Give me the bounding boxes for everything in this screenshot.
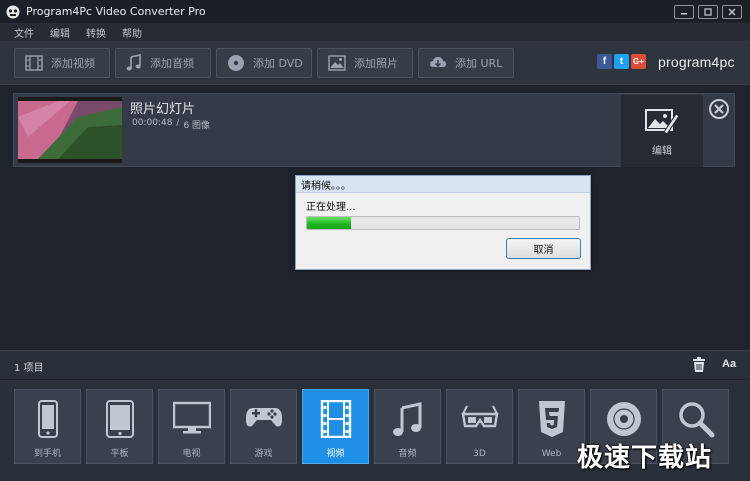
window-title: Program4Pc Video Converter Pro: [26, 5, 206, 18]
dialog-message: 正在处理...: [306, 202, 356, 213]
add-audio-button[interactable]: 添加音频: [115, 48, 211, 78]
watermark: 极速下载站: [577, 443, 713, 473]
phone-icon: [37, 400, 58, 438]
tablet-icon: [105, 400, 134, 438]
brand-logo[interactable]: program4pc: [658, 54, 735, 70]
device-3d-label: 3D: [473, 449, 486, 459]
toolbar: 添加视频 添加音频 添加 DVD 添加照片 添加 URL f t G+ prog…: [0, 41, 750, 85]
file-title: 照片幻灯片: [130, 102, 196, 117]
tv-icon: [172, 401, 211, 434]
gamepad-icon: [245, 408, 282, 427]
add-dvd-button[interactable]: 添加 DVD: [216, 48, 312, 78]
close-icon: [728, 8, 736, 16]
status-bar: 1 项目 Aa: [0, 350, 750, 379]
add-video-label: 添加视频: [51, 57, 95, 70]
device-tv-label: 电视: [182, 449, 201, 459]
dvd-disc-icon: [228, 55, 244, 71]
file-meta-separator: /: [176, 118, 180, 128]
minimize-button[interactable]: [674, 5, 694, 19]
twitter-icon[interactable]: t: [614, 54, 629, 69]
edit-button[interactable]: 编辑: [621, 95, 703, 167]
add-url-button[interactable]: 添加 URL: [418, 48, 514, 78]
disc-icon: [606, 402, 641, 436]
cancel-button[interactable]: 取消: [506, 238, 581, 259]
video-thumbnail: [18, 97, 122, 163]
dialog-title: 请稍候。。。: [296, 176, 590, 193]
device-audio[interactable]: 音频: [374, 389, 441, 464]
device-tablet[interactable]: 平板: [86, 389, 153, 464]
menu-help[interactable]: 帮助: [122, 25, 142, 40]
device-video[interactable]: 视频: [302, 389, 369, 464]
cloud-download-icon: [430, 57, 446, 68]
device-phone-label: 到手机: [33, 449, 61, 459]
device-web[interactable]: Web: [518, 389, 585, 464]
close-button[interactable]: [722, 5, 742, 19]
menu-convert[interactable]: 转换: [86, 25, 106, 40]
music-note-icon: [126, 54, 141, 71]
film-strip-icon: [25, 55, 43, 71]
device-tv[interactable]: 电视: [158, 389, 225, 464]
3d-glasses-icon: [461, 405, 498, 428]
facebook-icon[interactable]: f: [597, 54, 612, 69]
device-3d[interactable]: 3D: [446, 389, 513, 464]
device-game-label: 游戏: [254, 449, 273, 459]
menu-edit[interactable]: 编辑: [50, 25, 70, 40]
device-game[interactable]: 游戏: [230, 389, 297, 464]
minimize-icon: [681, 13, 687, 15]
remove-file-icon[interactable]: [708, 98, 730, 120]
file-duration: 00:00:48: [132, 118, 173, 128]
photo-icon: [328, 55, 346, 71]
device-phone[interactable]: 到手机: [14, 389, 81, 464]
maximize-icon: [704, 8, 712, 16]
add-audio-label: 添加音频: [150, 57, 194, 70]
music-icon: [392, 402, 421, 436]
maximize-button[interactable]: [698, 5, 718, 19]
device-audio-label: 音频: [398, 449, 417, 459]
search-icon: [678, 402, 714, 438]
device-tablet-label: 平板: [110, 449, 129, 459]
item-count: 1 项目: [14, 363, 44, 374]
edit-label: 编辑: [652, 145, 672, 157]
add-video-button[interactable]: 添加视频: [14, 48, 110, 78]
html5-icon: [538, 401, 565, 437]
progress-bar: [306, 216, 580, 230]
add-photo-label: 添加照片: [354, 57, 398, 70]
progress-bar-fill: [307, 217, 351, 229]
file-list-item[interactable]: 照片幻灯片 00:00:48 / 6 图像 编辑: [13, 93, 735, 167]
edit-image-icon: [645, 108, 680, 135]
film-icon: [320, 400, 351, 438]
add-photo-button[interactable]: 添加照片: [317, 48, 413, 78]
google-plus-icon[interactable]: G+: [631, 54, 646, 69]
device-video-label: 视频: [326, 449, 345, 459]
trash-icon[interactable]: [692, 357, 706, 373]
add-dvd-label: 添加 DVD: [253, 57, 303, 70]
file-image-count: 6 图像: [183, 121, 211, 131]
font-settings-button[interactable]: Aa: [722, 358, 736, 370]
device-web-label: Web: [541, 449, 562, 459]
menu-bar: 文件 编辑 转换 帮助: [0, 24, 750, 41]
add-url-label: 添加 URL: [455, 57, 503, 70]
title-bar: Program4Pc Video Converter Pro: [0, 0, 750, 24]
app-logo-icon: [6, 5, 20, 18]
menu-file[interactable]: 文件: [14, 25, 34, 40]
progress-dialog: 请稍候。。。 正在处理... 取消: [295, 175, 591, 270]
